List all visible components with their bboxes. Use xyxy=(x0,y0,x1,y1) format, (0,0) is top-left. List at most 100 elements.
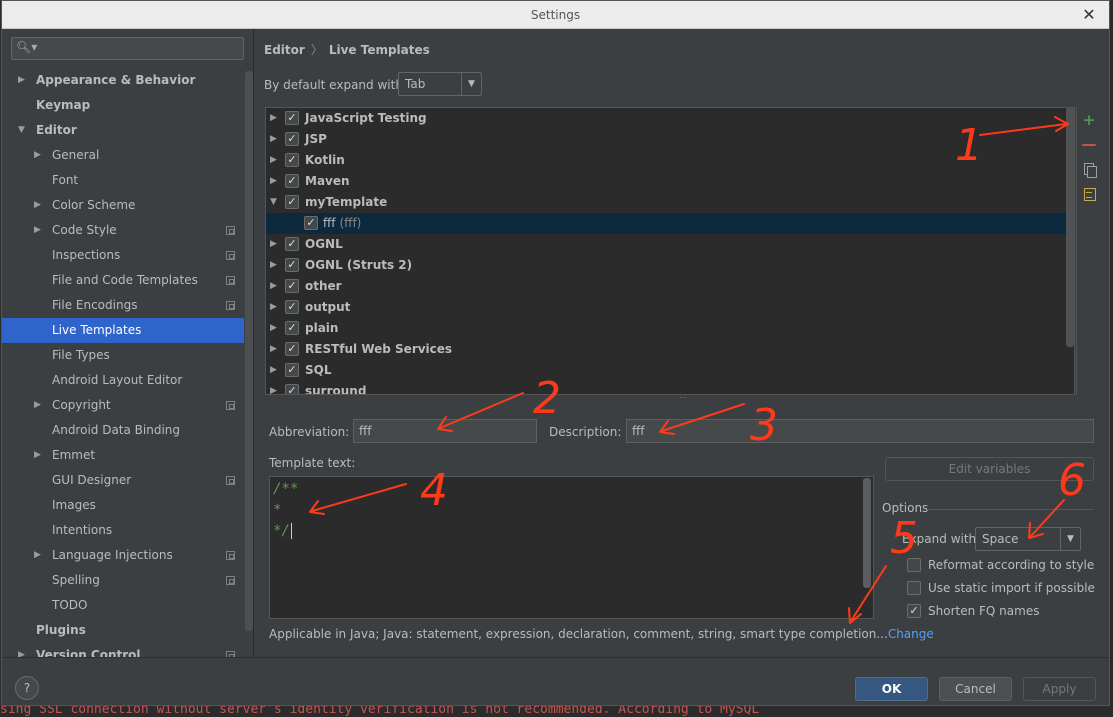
chevron-right-icon[interactable]: ▶ xyxy=(270,360,277,381)
sidebar-item[interactable]: Intentions xyxy=(2,518,244,543)
sidebar-item[interactable]: Plugins xyxy=(2,618,244,643)
sidebar-item[interactable]: Inspections xyxy=(2,243,244,268)
chevron-down-icon[interactable]: ▼ xyxy=(18,118,28,143)
template-group[interactable]: ▶ ✓ OGNL (Struts 2) xyxy=(266,255,1074,276)
template-checkbox[interactable]: ✓ xyxy=(285,279,299,293)
chevron-right-icon[interactable]: ▶ xyxy=(34,543,44,568)
cancel-button[interactable]: Cancel xyxy=(939,677,1012,701)
chevron-right-icon[interactable]: ▶ xyxy=(270,150,277,171)
sidebar-item[interactable]: File Encodings xyxy=(2,293,244,318)
change-link[interactable]: Change xyxy=(888,627,934,641)
template-checkbox[interactable]: ✓ xyxy=(285,321,299,335)
sidebar-item[interactable]: Live Templates xyxy=(2,318,244,343)
default-expand-select[interactable]: Tab ▼ xyxy=(398,72,482,96)
apply-button[interactable]: Apply xyxy=(1023,677,1096,701)
copy-icon[interactable] xyxy=(1081,161,1097,178)
template-checkbox[interactable]: ✓ xyxy=(285,195,299,209)
remove-icon[interactable]: — xyxy=(1081,136,1097,152)
sidebar-item[interactable]: Font xyxy=(2,168,244,193)
template-group[interactable]: ▶ ✓ plain xyxy=(266,318,1074,339)
sidebar-item[interactable]: ▶ General xyxy=(2,143,244,168)
help-button[interactable]: ? xyxy=(15,676,39,700)
restore-defaults-icon[interactable] xyxy=(1081,186,1097,202)
chevron-right-icon[interactable]: ▶ xyxy=(270,234,277,255)
chevron-down-icon[interactable]: ▼ xyxy=(270,192,277,213)
sidebar-item[interactable]: Keymap xyxy=(2,93,244,118)
chevron-right-icon[interactable]: ▶ xyxy=(34,218,44,243)
sidebar-item[interactable]: Android Data Binding xyxy=(2,418,244,443)
description-field[interactable]: fff xyxy=(626,419,1094,443)
chevron-right-icon[interactable]: ▶ xyxy=(34,193,44,218)
chevron-right-icon[interactable]: ▶ xyxy=(270,129,277,150)
sidebar-item[interactable]: ▶ Language Injections xyxy=(2,543,244,568)
template-name-text: JSP xyxy=(305,132,327,146)
sidebar-item[interactable]: ▶ Color Scheme xyxy=(2,193,244,218)
template-checkbox[interactable]: ✓ xyxy=(285,237,299,251)
template-group[interactable]: ▶ ✓ SQL xyxy=(266,360,1074,381)
settings-search-input[interactable]: 🔍︎▾ xyxy=(11,37,244,60)
sidebar-item[interactable]: ▶ Code Style xyxy=(2,218,244,243)
chevron-right-icon[interactable]: ▶ xyxy=(270,255,277,276)
edit-variables-button[interactable]: Edit variables xyxy=(885,457,1094,481)
chevron-right-icon[interactable]: ▶ xyxy=(34,443,44,468)
sidebar-scrollbar[interactable] xyxy=(245,71,253,631)
template-text-editor[interactable]: /** * */ xyxy=(269,476,874,619)
chevron-right-icon[interactable]: ▶ xyxy=(18,68,28,93)
add-icon[interactable]: + xyxy=(1081,112,1097,128)
sidebar-item[interactable]: ▼ Editor xyxy=(2,118,244,143)
chevron-right-icon[interactable]: ▶ xyxy=(270,318,277,339)
sidebar-item[interactable]: Images xyxy=(2,493,244,518)
ok-button[interactable]: OK xyxy=(855,677,928,701)
chevron-right-icon[interactable]: ▶ xyxy=(34,143,44,168)
sidebar-item[interactable]: Android Layout Editor xyxy=(2,368,244,393)
sidebar-item[interactable]: GUI Designer xyxy=(2,468,244,493)
sidebar-item[interactable]: Spelling xyxy=(2,568,244,593)
template-group[interactable]: ▶ ✓ JavaScript Testing xyxy=(266,108,1074,129)
template-checkbox[interactable]: ✓ xyxy=(285,174,299,188)
template-checkbox[interactable]: ✓ xyxy=(285,342,299,356)
template-checkbox[interactable]: ✓ xyxy=(285,363,299,377)
template-group[interactable]: ▶ ✓ Kotlin xyxy=(266,150,1074,171)
template-item[interactable]: ✓ fff (fff) xyxy=(266,213,1074,234)
template-checkbox[interactable]: ✓ xyxy=(285,111,299,125)
template-text-scrollbar[interactable] xyxy=(863,478,871,588)
sidebar-item[interactable]: ▶ Copyright xyxy=(2,393,244,418)
template-group[interactable]: ▶ ✓ RESTful Web Services xyxy=(266,339,1074,360)
abbreviation-field[interactable]: fff xyxy=(353,419,537,443)
reformat-checkbox[interactable] xyxy=(907,558,921,572)
static-import-checkbox[interactable] xyxy=(907,581,921,595)
template-checkbox[interactable]: ✓ xyxy=(285,132,299,146)
template-checkbox[interactable]: ✓ xyxy=(285,258,299,272)
chevron-right-icon[interactable]: ▶ xyxy=(18,643,28,657)
template-group[interactable]: ▶ ✓ JSP xyxy=(266,129,1074,150)
sidebar-item[interactable]: File Types xyxy=(2,343,244,368)
chevron-right-icon[interactable]: ▶ xyxy=(270,108,277,129)
template-group[interactable]: ▶ ✓ output xyxy=(266,297,1074,318)
close-icon[interactable]: ✕ xyxy=(1081,1,1097,29)
splitter-handle[interactable]: ⋯ xyxy=(679,394,691,402)
template-checkbox[interactable]: ✓ xyxy=(285,153,299,167)
sidebar-item[interactable]: ▶ Emmet xyxy=(2,443,244,468)
template-checkbox[interactable]: ✓ xyxy=(285,300,299,314)
chevron-right-icon[interactable]: ▶ xyxy=(270,339,277,360)
shorten-checkbox[interactable]: ✓ xyxy=(907,604,921,618)
templates-tree-scrollbar[interactable] xyxy=(1066,107,1074,347)
chevron-right-icon[interactable]: ▶ xyxy=(270,297,277,318)
template-group[interactable]: ▶ ✓ OGNL xyxy=(266,234,1074,255)
sidebar-item[interactable]: TODO xyxy=(2,593,244,618)
template-group[interactable]: ▶ ✓ other xyxy=(266,276,1074,297)
template-group[interactable]: ▶ ✓ surround xyxy=(266,381,1074,394)
chevron-right-icon[interactable]: ▶ xyxy=(270,381,277,394)
sidebar-item[interactable]: ▶ Appearance & Behavior xyxy=(2,68,244,93)
template-checkbox[interactable]: ✓ xyxy=(285,384,299,394)
template-group[interactable]: ▶ ✓ Maven xyxy=(266,171,1074,192)
template-checkbox[interactable]: ✓ xyxy=(304,216,318,230)
chevron-right-icon[interactable]: ▶ xyxy=(34,393,44,418)
expand-with-select[interactable]: Space ▼ xyxy=(975,527,1081,551)
sidebar-item[interactable]: ▶ Version Control xyxy=(2,643,244,657)
chevron-right-icon[interactable]: ▶ xyxy=(270,276,277,297)
sidebar-item[interactable]: File and Code Templates xyxy=(2,268,244,293)
breadcrumb-parent[interactable]: Editor xyxy=(264,43,305,57)
template-group[interactable]: ▼ ✓ myTemplate xyxy=(266,192,1074,213)
chevron-right-icon[interactable]: ▶ xyxy=(270,171,277,192)
